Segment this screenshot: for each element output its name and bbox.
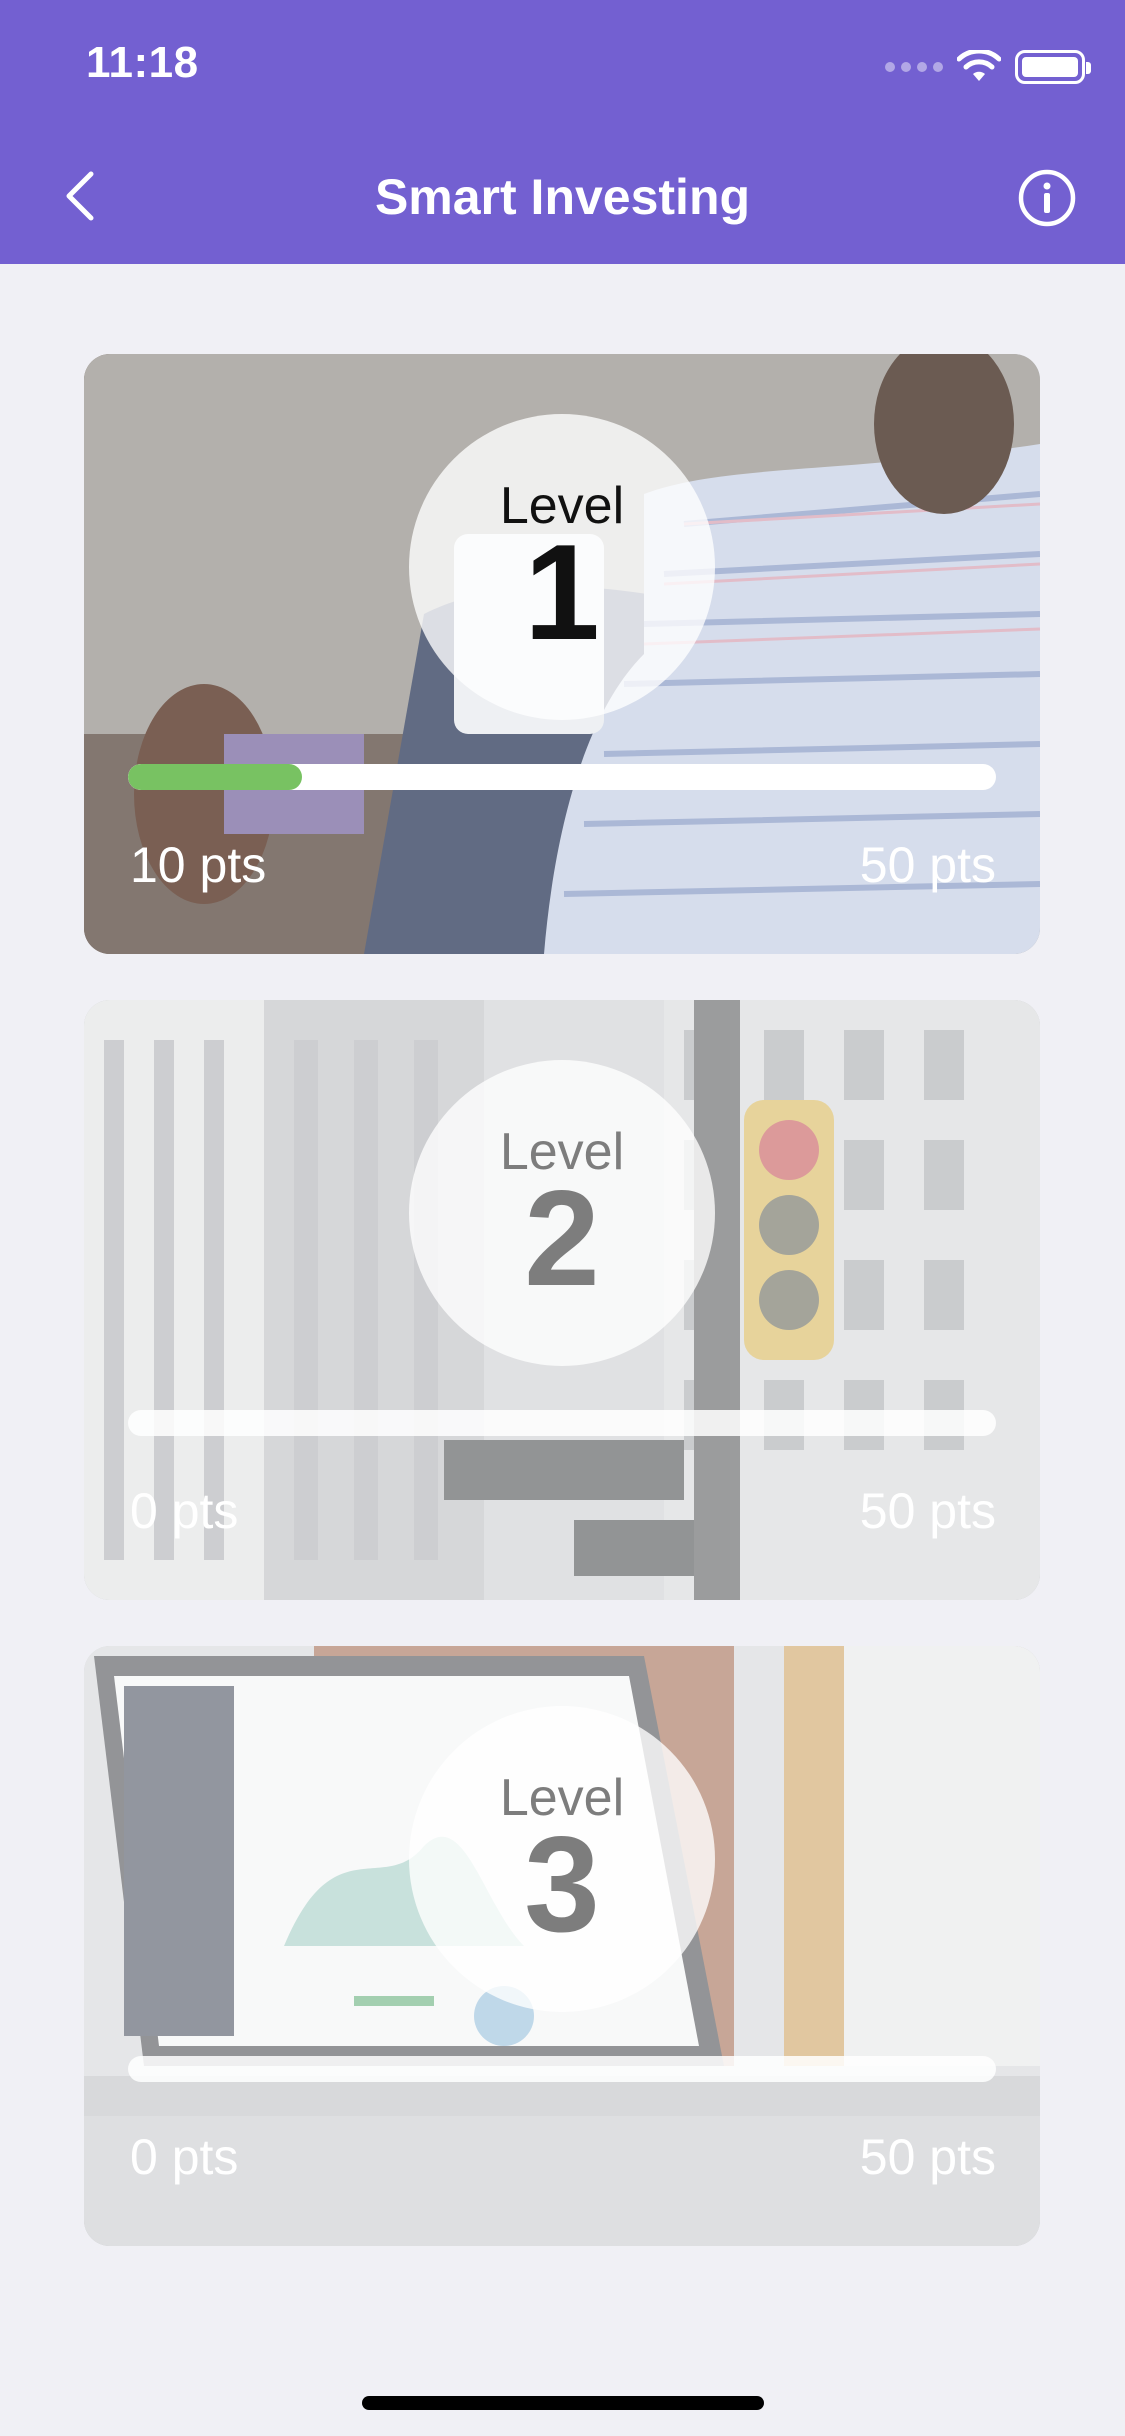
level-card-2[interactable]: Level 2 0 pts 50 pts	[84, 1000, 1040, 1600]
points-current: 0 pts	[130, 1483, 239, 1539]
status-indicators	[885, 50, 1091, 84]
level-progress-bar	[128, 764, 996, 790]
points-current: 10 pts	[130, 837, 267, 893]
points-total: 50 pts	[859, 1483, 996, 1539]
wifi-icon	[957, 50, 1001, 81]
points-current: 0 pts	[130, 2129, 239, 2185]
status-time: 11:18	[86, 38, 199, 87]
level-card-1[interactable]: Level 1 10 pts 50 pts	[84, 354, 1040, 954]
level-card-3[interactable]: Level 3 0 pts 50 pts	[84, 1646, 1040, 2246]
points-total: 50 pts	[859, 2129, 996, 2185]
level-badge: Level 2	[409, 1060, 715, 1366]
battery-icon	[1015, 50, 1091, 84]
level-number: 2	[524, 1162, 600, 1314]
info-circle-icon	[1018, 169, 1076, 227]
level-badge: Level 1	[409, 414, 715, 720]
level-progress-fill	[128, 764, 302, 790]
level-badge: Level 3	[409, 1706, 715, 2012]
info-button[interactable]	[1017, 168, 1077, 228]
level-number: 1	[524, 516, 600, 668]
level-number: 3	[524, 1808, 600, 1960]
level-progress-bar	[128, 2056, 996, 2082]
points-total: 50 pts	[859, 837, 996, 893]
home-indicator[interactable]	[362, 2396, 764, 2410]
nav-header: 11:18 Smart Investing	[0, 0, 1125, 264]
cellular-signal-icon	[885, 62, 943, 72]
page-title: Smart Investing	[374, 169, 751, 225]
level-progress-bar	[128, 1410, 996, 1436]
